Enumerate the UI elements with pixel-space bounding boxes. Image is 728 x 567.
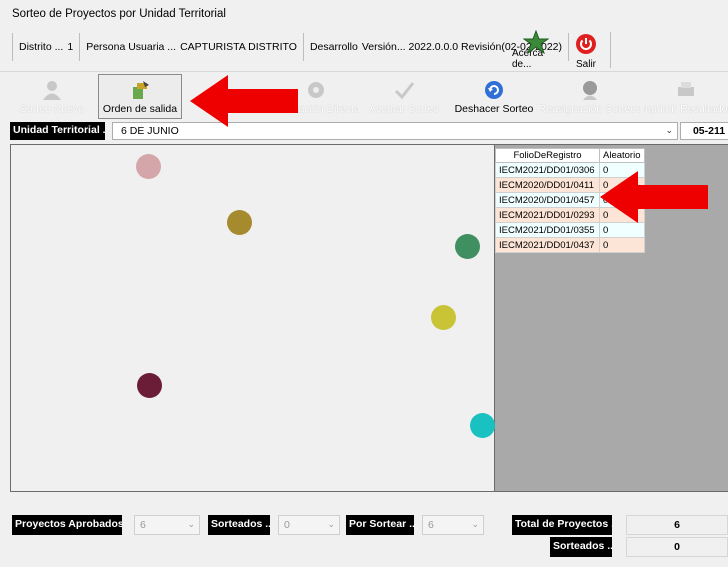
column-header-folio[interactable]: FolioDeRegistro <box>495 148 600 163</box>
info-bar: Distrito ... 1 Persona Usuaria ... CAPTU… <box>8 30 573 64</box>
ball <box>137 373 162 398</box>
ball <box>227 210 252 235</box>
folio-cell[interactable]: IECM2020/DD01/0411 <box>495 177 600 193</box>
proyectos-aprobados-select[interactable]: 6 ⌄ <box>134 515 200 535</box>
chevron-down-icon[interactable]: ⌄ <box>471 519 479 530</box>
chevron-down-icon[interactable]: ⌄ <box>327 519 335 530</box>
toolbar-label: Orden de salida <box>102 103 178 115</box>
sorteados-value: 0 <box>284 519 290 531</box>
deshacer-sorteo-button[interactable]: Deshacer Sorteo <box>450 73 538 118</box>
por-sortear-value: 6 <box>428 519 434 531</box>
total-proyectos-label: Total de Proyectos ... <box>512 515 612 535</box>
ball <box>470 413 495 438</box>
star-icon <box>523 30 549 54</box>
unit-bar: Unidad Territorial ... 6 DE JUNIO ⌄ 05-2… <box>10 122 728 140</box>
role-text: CAPTURISTA DISTRITO <box>180 41 297 53</box>
lottery-canvas <box>10 144 495 492</box>
red-arrow-left-icon <box>190 75 298 127</box>
separator <box>79 33 81 61</box>
ball <box>455 234 480 259</box>
about-button[interactable]: Acerca de... <box>512 30 560 70</box>
folio-cell[interactable]: IECM2021/DD01/0355 <box>495 222 600 238</box>
ball <box>431 305 456 330</box>
separator <box>12 33 13 61</box>
chevron-down-icon[interactable]: ⌄ <box>665 125 673 136</box>
aleatorio-cell[interactable]: 0 <box>599 237 645 253</box>
toolbar-label: Aceptar Sorteo <box>368 103 440 115</box>
column-header-aleatorio[interactable]: Aleatorio <box>599 148 645 163</box>
separator <box>610 32 611 68</box>
por-sortear-select[interactable]: 6 ⌄ <box>422 515 484 535</box>
table-header-row: FolioDeRegistro Aleatorio <box>495 148 645 163</box>
folio-cell[interactable]: IECM2020/DD01/0457 <box>495 192 600 208</box>
table-row[interactable]: IECM2021/DD01/0437 0 <box>495 237 645 253</box>
por-sortear-label: Por Sortear ... <box>346 515 414 535</box>
toolbar-label: Deshacer Sorteo <box>454 103 534 115</box>
undo-icon <box>485 81 503 99</box>
folio-cell[interactable]: IECM2021/DD01/0306 <box>495 162 600 178</box>
distrito-number: 1 <box>67 41 74 53</box>
desarrollo-label: Desarrollo <box>309 41 358 53</box>
separator <box>302 33 304 61</box>
aceptar-sorteo-button[interactable]: Aceptar Sorteo <box>362 73 446 118</box>
sorteados-select[interactable]: 0 ⌄ <box>278 515 340 535</box>
proyectos-aprobados-label: Proyectos Aprobados ... <box>12 515 122 535</box>
total-proyectos-value: 6 <box>626 515 728 535</box>
usuaria-label: Persona Usuaria ... <box>86 41 177 53</box>
unidad-territorial-label: Unidad Territorial ... <box>10 122 105 140</box>
check-icon <box>394 82 415 100</box>
power-icon <box>576 34 596 54</box>
sorteados-label: Sorteados ... <box>208 515 270 535</box>
exit-label: Salir <box>575 59 596 70</box>
exit-button[interactable]: Salir <box>566 30 606 70</box>
chevron-down-icon[interactable]: ⌄ <box>187 519 195 530</box>
sorteados-total-label: Sorteados ... <box>550 537 612 557</box>
window-title: Sorteo de Proyectos por Unidad Territori… <box>12 8 226 20</box>
people-icon <box>43 81 61 100</box>
sort-icon <box>133 81 149 99</box>
printer-icon <box>678 82 694 96</box>
imprimir-resultados-button[interactable]: Imprimir Resultados <box>644 73 728 118</box>
unit-code: 05-211 <box>680 122 728 140</box>
toolbar-label: Reasignación Sorteos <box>540 103 640 115</box>
folio-cell[interactable]: IECM2021/DD01/0293 <box>495 207 600 223</box>
aprobados-value: 6 <box>140 519 146 531</box>
orden-de-salida-button[interactable]: Orden de salida <box>98 74 182 119</box>
ball <box>136 154 161 179</box>
unit-selected-value: 6 DE JUNIO <box>121 125 179 137</box>
folio-cell[interactable]: IECM2021/DD01/0437 <box>495 237 600 253</box>
reasignacion-sorteos-button[interactable]: Reasignación Sorteos <box>540 73 640 118</box>
toolbar-divider <box>0 71 728 72</box>
people-icon <box>583 81 597 100</box>
sorteo-nuevo-button[interactable]: Sorteo Nuevo <box>10 73 94 118</box>
red-arrow-left-icon <box>600 171 708 223</box>
toolbar-label: Imprimir Resultados <box>644 103 728 115</box>
distrito-label: Distrito ... <box>19 41 64 53</box>
sorteados-total-value: 0 <box>626 537 728 557</box>
gear-icon <box>308 82 324 98</box>
toolbar-label: Sorteo Nuevo <box>19 103 85 115</box>
